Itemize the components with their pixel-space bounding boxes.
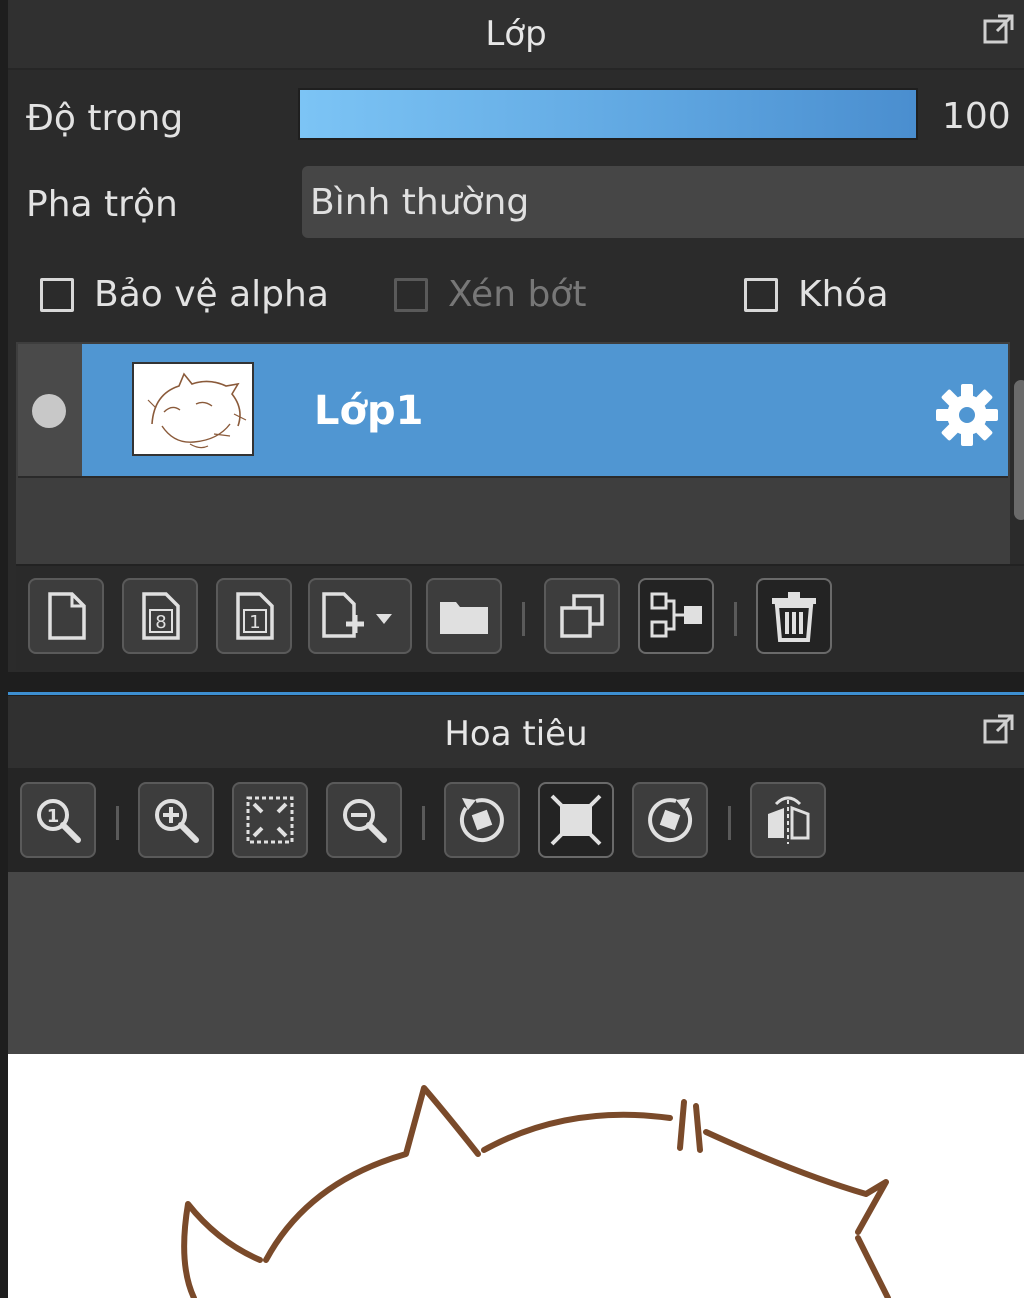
layer-panel-header: Lớp: [8, 0, 1024, 70]
blend-mode-value: Bình thường: [310, 182, 530, 223]
rotate-right-button[interactable]: [632, 782, 708, 858]
layer-thumbnail: [132, 362, 254, 456]
clipping-checkbox: [394, 278, 428, 312]
layer-toolbar: 8 1: [16, 564, 1024, 670]
layer-visibility-toggle[interactable]: [18, 344, 82, 476]
reset-view-button[interactable]: [538, 782, 614, 858]
app-root: Lớp Độ trong 100 % Pha trộn Bình thường …: [0, 0, 1024, 1298]
layer-list-scrollbar[interactable]: [1014, 380, 1024, 520]
fit-window-button[interactable]: [232, 782, 308, 858]
rotate-left-button[interactable]: [444, 782, 520, 858]
new-1bit-layer-button[interactable]: 1: [216, 578, 292, 654]
zoom-actual-icon: 1: [37, 799, 81, 843]
toolbar-separator: [116, 806, 119, 840]
toolbar-separator: [522, 602, 525, 636]
lock-label: Khóa: [798, 274, 889, 315]
gear-icon[interactable]: [934, 382, 1000, 448]
layer-panel-title: Lớp: [485, 14, 547, 54]
new-layer-button[interactable]: [28, 578, 104, 654]
blend-label: Pha trộn: [26, 184, 178, 225]
reset-view-icon: [550, 794, 602, 846]
merge-down-icon: [650, 592, 702, 638]
navigator-preview[interactable]: [8, 1054, 1024, 1298]
layer-name: Lớp1: [314, 388, 424, 434]
navigator-background: [8, 872, 1024, 1054]
merge-down-button[interactable]: [638, 578, 714, 654]
zoom-out-button[interactable]: [326, 782, 402, 858]
flip-horizontal-button[interactable]: [750, 782, 826, 858]
navigator-panel-title: Hoa tiêu: [444, 714, 588, 754]
toolbar-separator: [734, 602, 737, 636]
visibility-dot-icon: [32, 394, 66, 428]
svg-text:1: 1: [47, 806, 60, 827]
new-8bit-layer-icon: 8: [142, 592, 180, 640]
popout-icon[interactable]: [982, 12, 1016, 46]
protect-alpha-checkbox[interactable]: [40, 278, 74, 312]
new-folder-icon: [440, 602, 488, 634]
navigator-panel-header: Hoa tiêu: [8, 696, 1024, 768]
blend-mode-select[interactable]: Bình thường: [302, 166, 1024, 238]
new-8bit-layer-button[interactable]: 8: [122, 578, 198, 654]
flip-horizontal-icon: [768, 796, 810, 844]
opacity-slider-fill: [300, 90, 916, 138]
opacity-label: Độ trong: [26, 98, 184, 139]
zoom-in-button[interactable]: [138, 782, 214, 858]
popout-icon[interactable]: [982, 712, 1016, 746]
svg-text:1: 1: [249, 612, 260, 633]
add-layer-dropdown-button[interactable]: [308, 578, 412, 654]
drawing-preview: [181, 1085, 891, 1298]
rotate-left-icon: [459, 798, 504, 843]
delete-layer-button[interactable]: [756, 578, 832, 654]
rotate-right-icon: [648, 798, 693, 843]
toolbar-separator: [422, 806, 425, 840]
opacity-value: 100 %: [942, 96, 1024, 137]
fit-window-icon: [246, 796, 294, 844]
panel-divider[interactable]: [8, 692, 1024, 695]
delete-layer-icon: [772, 592, 816, 642]
navigator-toolbar: 1: [8, 768, 1024, 872]
new-1bit-layer-icon: 1: [236, 592, 274, 640]
zoom-in-icon: [155, 799, 199, 843]
duplicate-layer-icon: [560, 594, 604, 638]
new-layer-icon: [48, 592, 86, 640]
clipping-label: Xén bớt: [448, 274, 587, 315]
opacity-slider[interactable]: [298, 88, 918, 140]
lock-checkbox[interactable]: [744, 278, 778, 312]
new-folder-button[interactable]: [426, 578, 502, 654]
toolbar-separator: [728, 806, 731, 840]
duplicate-layer-button[interactable]: [544, 578, 620, 654]
protect-alpha-label: Bảo vệ alpha: [94, 274, 329, 315]
layer-row[interactable]: Lớp1: [18, 344, 1008, 478]
add-layer-dropdown-icon: [322, 592, 392, 638]
svg-text:8: 8: [155, 612, 166, 633]
zoom-out-icon: [343, 799, 387, 843]
zoom-actual-button[interactable]: 1: [20, 782, 96, 858]
